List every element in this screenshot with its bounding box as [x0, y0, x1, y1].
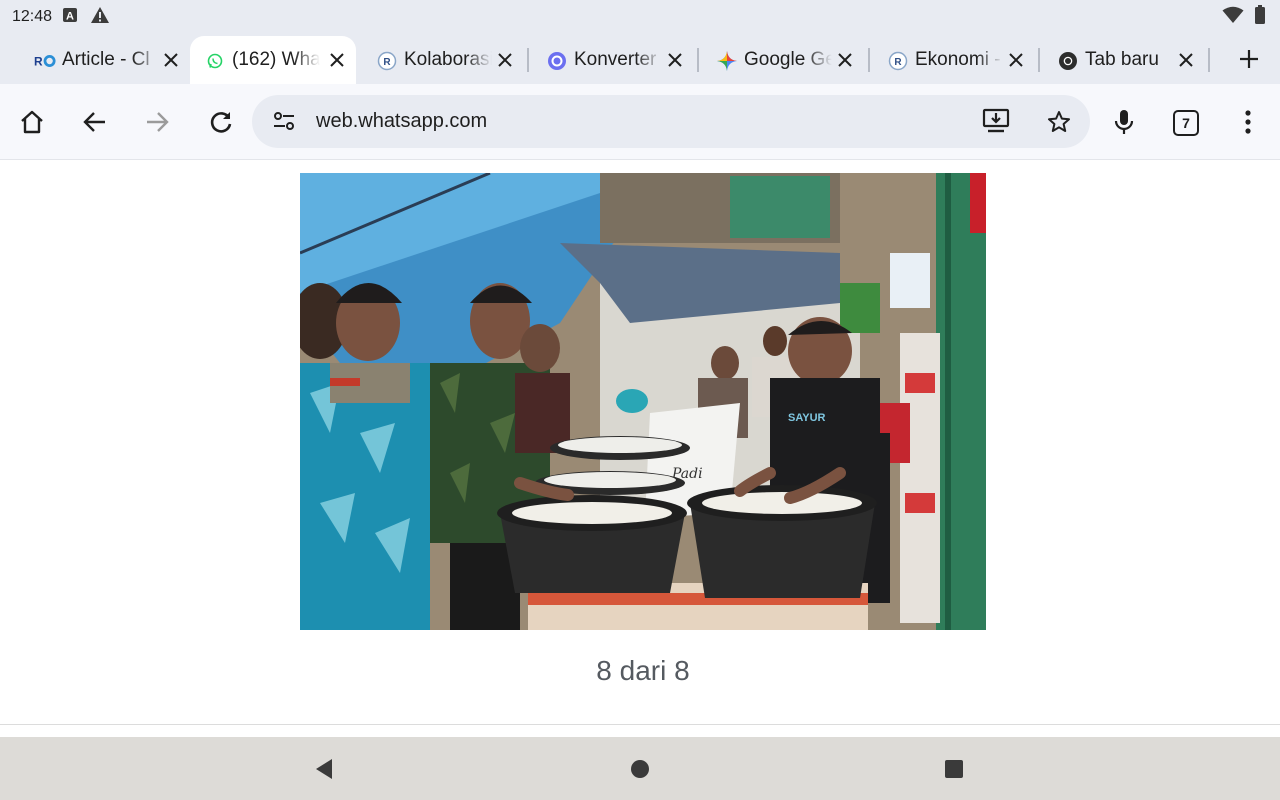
browser-toolbar: web.whatsapp.com 7 [0, 84, 1280, 160]
rk-logo-icon: R [376, 50, 398, 72]
arrow-right-icon [147, 112, 169, 132]
svg-text:R: R [894, 57, 902, 68]
tab-title: Article - Cl [62, 49, 150, 70]
tab-article[interactable]: R Article - Cl [30, 36, 190, 84]
reload-button[interactable] [205, 106, 237, 138]
close-tab-icon[interactable] [664, 49, 686, 71]
home-button[interactable] [16, 106, 48, 138]
nav-recents-button[interactable] [942, 757, 966, 781]
tab-ekonomi[interactable]: R Ekonomi - [883, 36, 1035, 84]
wifi-icon [1222, 6, 1244, 29]
nav-home-button[interactable] [628, 757, 652, 781]
close-tab-icon[interactable] [160, 49, 182, 71]
ro-logo-icon: R [34, 50, 56, 72]
tab-switcher-button[interactable]: 7 [1173, 110, 1199, 136]
close-tab-icon[interactable] [1175, 49, 1197, 71]
tab-title: Ekonomi - [915, 49, 1001, 70]
gemini-icon [716, 50, 738, 72]
chrome-icon [1057, 50, 1079, 72]
shirt-text: SAYUR [788, 412, 826, 424]
warning-icon [90, 6, 110, 29]
address-bar[interactable]: web.whatsapp.com [252, 95, 1090, 148]
keyboard-a-icon: A [62, 7, 78, 28]
system-nav-bar [0, 737, 1280, 800]
site-settings-icon[interactable] [272, 109, 296, 138]
tab-title: Kolaborasi [404, 49, 492, 70]
svg-text:R: R [34, 55, 43, 69]
more-menu-button[interactable] [1232, 106, 1264, 138]
status-time: 12:48 [12, 8, 53, 25]
close-tab-icon[interactable] [326, 49, 348, 71]
tab-google-gemini[interactable]: Google Gemini [712, 36, 864, 84]
reload-icon [210, 112, 232, 133]
forward-button[interactable] [141, 106, 173, 138]
tab-konverter[interactable]: Konverter [542, 36, 694, 84]
tab-strip: R Article - Cl (162) WhatsApp R Kolabora… [0, 34, 1280, 84]
tab-title: Konverter [574, 49, 657, 70]
media-viewer: SAYUR Padi 8 dari 8 [0, 160, 1280, 725]
circle-home-icon [631, 760, 649, 778]
tab-title: Tab baru [1085, 49, 1159, 70]
battery-icon [1254, 4, 1266, 30]
status-bar: 12:48 A [0, 0, 1280, 34]
converter-icon [546, 50, 568, 72]
home-icon [21, 110, 43, 134]
svg-text:A: A [66, 10, 74, 22]
market-photo[interactable]: SAYUR Padi [300, 173, 986, 630]
tab-tab-baru[interactable]: Tab baru [1053, 36, 1205, 84]
tab-whatsapp[interactable]: (162) WhatsApp [190, 36, 356, 84]
whatsapp-icon [204, 50, 226, 72]
plus-icon [1240, 50, 1258, 68]
square-recents-icon [945, 760, 963, 778]
back-button[interactable] [79, 106, 111, 138]
url-text: web.whatsapp.com [316, 110, 488, 132]
tab-title: Google Gemini [744, 49, 832, 70]
tab-kolaborasi[interactable]: R Kolaborasi [372, 36, 524, 84]
tab-title: (162) WhatsApp [232, 49, 320, 70]
arrow-left-icon [83, 112, 105, 132]
install-app-icon[interactable] [982, 108, 1010, 139]
nav-back-button[interactable] [312, 757, 336, 781]
more-vert-icon [1245, 110, 1251, 134]
voice-search-button[interactable] [1108, 106, 1140, 138]
svg-text:R: R [383, 57, 391, 68]
close-tab-icon[interactable] [494, 49, 516, 71]
new-tab-button[interactable] [1234, 44, 1264, 74]
close-tab-icon[interactable] [1005, 49, 1027, 71]
rk-logo-icon: R [887, 50, 909, 72]
triangle-back-icon [316, 759, 332, 779]
bookmark-star-icon[interactable] [1047, 110, 1071, 139]
microphone-icon [1114, 110, 1134, 134]
close-tab-icon[interactable] [834, 49, 856, 71]
image-counter: 8 dari 8 [596, 655, 690, 686]
